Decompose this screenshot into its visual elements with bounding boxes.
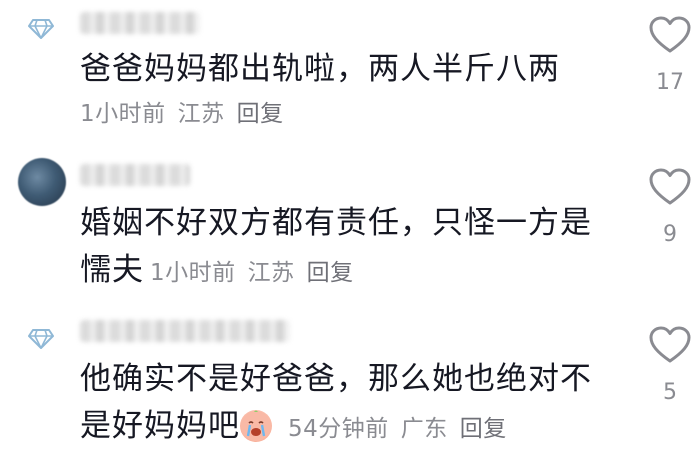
like-count: 17 <box>656 70 684 95</box>
comment-item: 婚姻不好双方都有责任，只怪一方是 懦夫 1小时前 江苏 回复 9 <box>0 150 700 300</box>
comment-text: 婚姻不好双方都有责任，只怪一方是 懦夫 1小时前 江苏 回复 <box>80 205 592 288</box>
comment-meta: 1小时前 江苏 回复 <box>150 260 366 286</box>
username[interactable] <box>80 12 200 34</box>
comment-text: 他确实不是好爸爸，那么她也绝对不 是好妈妈吧 54分钟前 广东 回复 <box>80 361 592 444</box>
crying-emoji-icon <box>240 410 272 442</box>
reply-button[interactable]: 回复 <box>460 416 507 442</box>
like-count: 9 <box>663 222 677 247</box>
like-button[interactable]: 17 <box>648 16 692 95</box>
comment-item: 爸爸妈妈都出轨啦，两人半斤八两 1小时前 江苏 回复 17 <box>0 0 700 140</box>
like-button[interactable]: 5 <box>648 326 692 405</box>
comment-meta: 1小时前 江苏 回复 <box>80 92 600 136</box>
username[interactable] <box>80 164 190 186</box>
comment-location: 江苏 <box>247 260 295 286</box>
like-button[interactable]: 9 <box>648 168 692 247</box>
comment-time: 1小时前 <box>80 101 166 127</box>
comment-location: 广东 <box>400 416 448 442</box>
comment-time: 1小时前 <box>150 260 236 286</box>
username[interactable] <box>80 320 290 342</box>
like-count: 5 <box>663 380 677 405</box>
heart-icon[interactable] <box>649 326 691 364</box>
comment-item: 他确实不是好爸爸，那么她也绝对不 是好妈妈吧 54分钟前 广东 回复 5 <box>0 310 700 463</box>
heart-icon[interactable] <box>649 168 691 206</box>
reply-button[interactable]: 回复 <box>237 101 284 127</box>
avatar[interactable] <box>18 158 66 206</box>
diamond-icon[interactable] <box>18 6 64 52</box>
heart-icon[interactable] <box>649 16 691 54</box>
comment-time: 54分钟前 <box>288 416 389 442</box>
comment-meta: 54分钟前 广东 回复 <box>288 416 519 442</box>
comment-text: 爸爸妈妈都出轨啦，两人半斤八两 <box>80 51 560 87</box>
diamond-icon[interactable] <box>18 316 64 362</box>
reply-button[interactable]: 回复 <box>307 260 354 286</box>
comment-location: 江苏 <box>177 101 225 127</box>
